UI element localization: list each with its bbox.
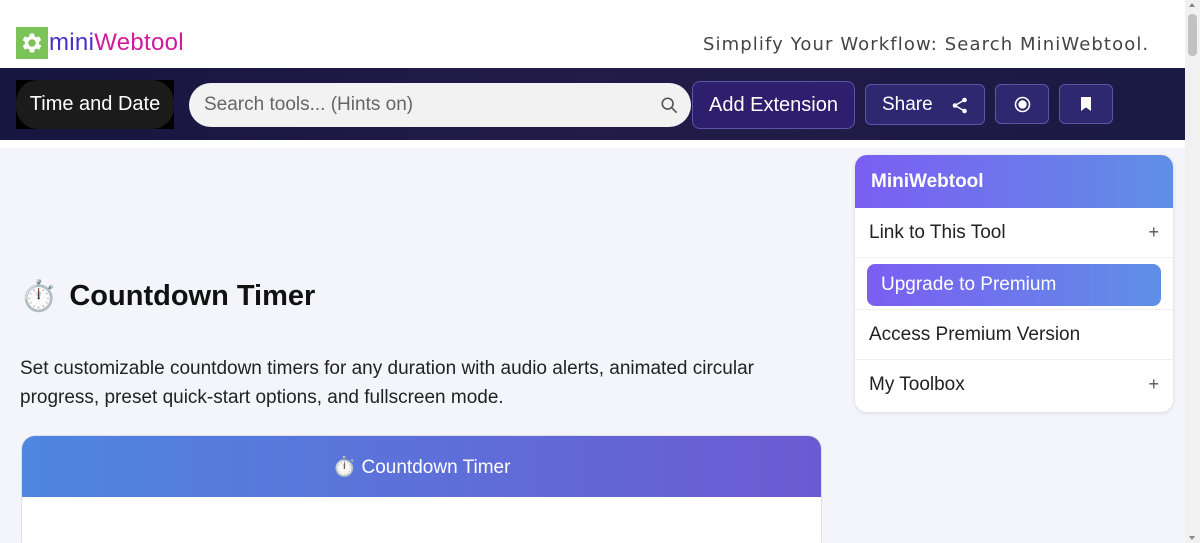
bookmark-button[interactable]: [1059, 84, 1113, 124]
sidebar-heading: MiniWebtool: [855, 155, 1173, 208]
sidebar-item-label: Link to This Tool: [869, 221, 1006, 243]
upgrade-premium-button[interactable]: Upgrade to Premium: [867, 264, 1161, 306]
sidebar-panel: MiniWebtool Link to This Tool + Upgrade …: [855, 155, 1173, 412]
share-button[interactable]: Share: [865, 84, 985, 125]
plus-icon[interactable]: +: [1148, 222, 1159, 243]
scrollbar-thumb[interactable]: [1188, 14, 1197, 56]
site-tagline: Simplify Your Workflow: Search MiniWebto…: [703, 34, 1150, 55]
page-title: ⏱️ Countdown Timer: [20, 279, 315, 314]
site-header: miniWebtool Simplify Your Workflow: Sear…: [0, 0, 1185, 68]
category-button[interactable]: Time and Date: [16, 80, 174, 129]
sidebar-item-link-to-tool[interactable]: Link to This Tool +: [855, 208, 1173, 258]
bookmark-icon: [1081, 97, 1091, 111]
logo-text-webtool: Webtool: [94, 29, 184, 56]
stopwatch-icon: ⏱️: [20, 280, 58, 313]
add-extension-button[interactable]: Add Extension: [692, 81, 855, 129]
scroll-down-arrow-icon[interactable]: [1189, 536, 1195, 540]
nav-bar: Time and Date Add Extension Share: [0, 68, 1185, 140]
sidebar-item-label: My Toolbox: [869, 374, 965, 395]
record-icon: [1014, 96, 1030, 112]
sidebar-item-label: Access Premium Version: [869, 323, 1081, 345]
sidebar-premium-row: Upgrade to Premium: [855, 258, 1173, 310]
scroll-up-arrow-icon[interactable]: [1189, 3, 1195, 7]
share-button-label: Share: [882, 93, 933, 115]
site-logo[interactable]: miniWebtool: [16, 27, 184, 59]
sidebar-item-access-premium[interactable]: Access Premium Version: [855, 310, 1173, 360]
record-button[interactable]: [995, 84, 1049, 124]
logo-text-mini: mini: [49, 29, 95, 56]
logo-text: miniWebtool: [49, 27, 184, 59]
nav-divider: [0, 140, 1185, 148]
gear-icon: [16, 27, 48, 59]
timer-card: ⏱️ Countdown Timer: [21, 435, 822, 543]
page-description: Set customizable countdown timers for an…: [20, 358, 754, 408]
share-icon: [952, 97, 967, 114]
search-input[interactable]: [204, 83, 644, 127]
plus-icon[interactable]: +: [1148, 374, 1159, 395]
search-box: [189, 83, 691, 127]
page-title-text: Countdown Timer: [69, 280, 316, 312]
sidebar-item-my-toolbox[interactable]: My Toolbox +: [855, 360, 1173, 410]
search-icon[interactable]: [660, 96, 678, 114]
page-scrollbar[interactable]: [1185, 0, 1200, 543]
category-button-wrapper: Time and Date: [16, 80, 174, 129]
timer-card-header: ⏱️ Countdown Timer: [22, 436, 821, 497]
